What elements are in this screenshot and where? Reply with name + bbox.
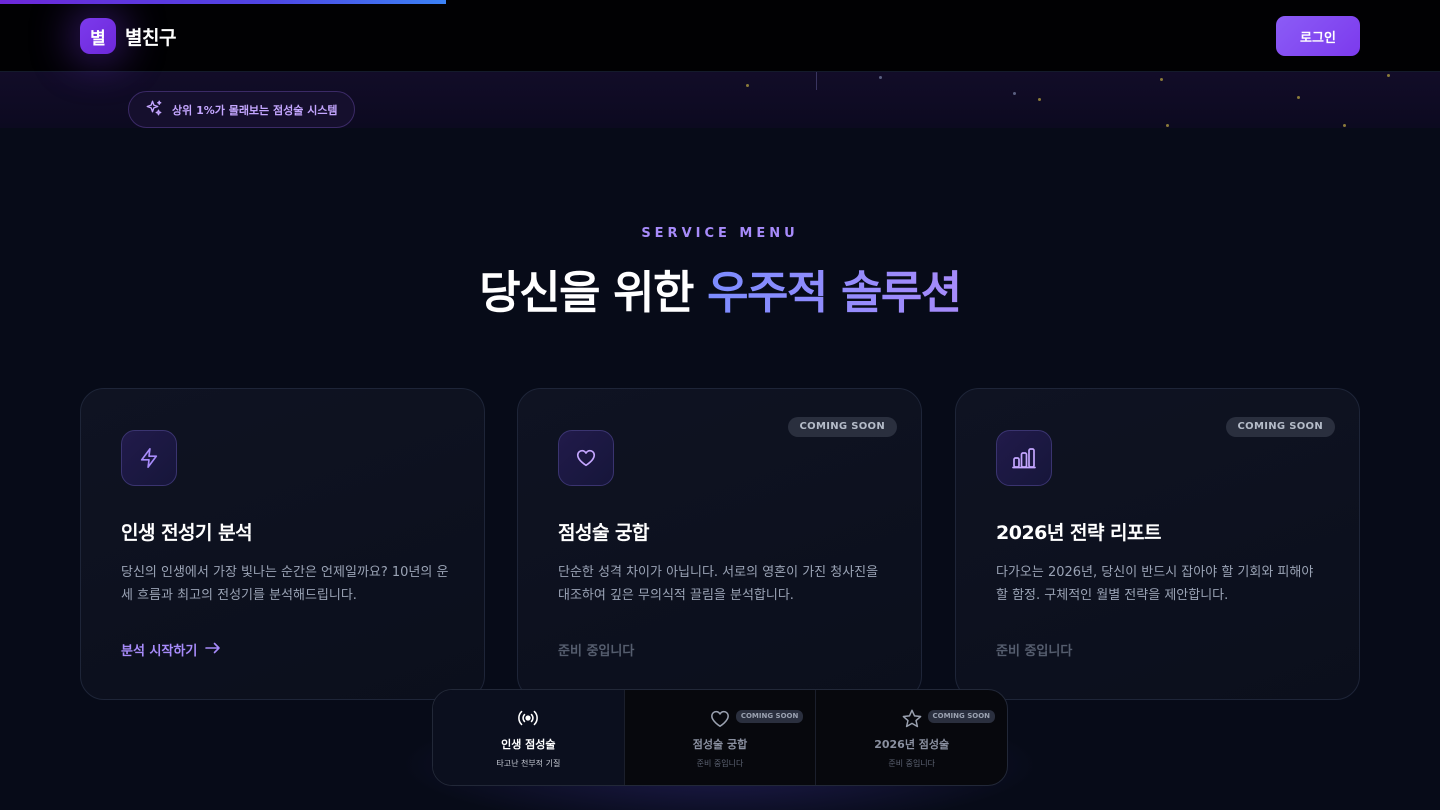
page-progress-bar — [0, 0, 1440, 4]
logo-text: 별친구 — [125, 26, 176, 49]
service-card-synastry[interactable]: COMING SOON 점성술 궁합 단순한 성격 차이가 아닙니다. 서로의 … — [517, 388, 922, 700]
card-pending-label: 준비 중입니다 — [996, 644, 1073, 659]
dock-item-label: 점성술 궁합 — [692, 738, 748, 751]
star-dot — [1343, 124, 1346, 127]
dock-item-label: 2026년 점성술 — [874, 738, 950, 751]
hero-strip: 상위 1%가 몰래보는 점성술 시스템 — [0, 72, 1440, 128]
star-dot — [1387, 74, 1390, 77]
bottom-dock: 인생 점성술 타고난 천부적 기질 COMING SOON 점성술 궁합 준비 … — [432, 689, 1008, 786]
card-description: 다가오는 2026년, 당신이 반드시 잡아야 할 기회와 피해야 할 함정. … — [996, 565, 1314, 603]
card-pending-label: 준비 중입니다 — [558, 644, 635, 659]
service-card-prime-analysis[interactable]: 인생 전성기 분석 당신의 인생에서 가장 빛나는 순간은 언제일까요? 10년… — [80, 388, 485, 700]
coming-soon-badge: COMING SOON — [787, 417, 897, 437]
logo[interactable]: 별 별친구 — [80, 18, 176, 54]
card-title: 점성술 궁합 — [558, 522, 650, 544]
login-button[interactable]: 로그인 — [1276, 16, 1360, 56]
coming-soon-badge: COMING SOON — [1225, 417, 1335, 437]
dock-item-life-astrology[interactable]: 인생 점성술 타고난 천부적 기질 — [433, 690, 625, 785]
card-description: 당신의 인생에서 가장 빛나는 순간은 언제일까요? 10년의 운세 흐름과 최… — [121, 565, 449, 603]
star-dot — [879, 76, 882, 79]
star-dot — [1166, 124, 1169, 127]
dock-item-sub: 타고난 천부적 기질 — [496, 759, 561, 768]
sparkles-icon — [145, 99, 163, 121]
coming-soon-badge: COMING SOON — [927, 710, 996, 723]
dock-item-2026-astrology[interactable]: COMING SOON 2026년 점성술 준비 중입니다 — [816, 690, 1007, 785]
heart-icon — [558, 430, 614, 486]
star-dot — [1160, 78, 1163, 81]
progress-fill — [0, 0, 447, 4]
hero-divider — [816, 72, 817, 90]
arrow-right-icon — [205, 642, 221, 658]
start-analysis-link[interactable]: 분석 시작하기 — [121, 640, 221, 659]
logo-mark: 별 — [80, 18, 116, 54]
section-title-accent: 우주적 솔루션 — [707, 266, 962, 319]
broadcast-icon — [517, 708, 539, 732]
site-header: 별 별친구 로그인 — [0, 0, 1440, 72]
service-card-2026-report[interactable]: COMING SOON 2026년 전략 리포트 다가오는 2026년, 당신이… — [955, 388, 1360, 700]
star-dot — [1038, 98, 1041, 101]
section-eyebrow: SERVICE MENU — [641, 226, 799, 241]
star-icon — [901, 708, 923, 734]
hero-pill: 상위 1%가 몰래보는 점성술 시스템 — [128, 91, 355, 128]
card-action-label: 분석 시작하기 — [121, 644, 198, 659]
star-dot — [1297, 96, 1300, 99]
dock-item-synastry[interactable]: COMING SOON 점성술 궁합 준비 중입니다 — [625, 690, 817, 785]
hero-pill-text: 상위 1%가 몰래보는 점성술 시스템 — [172, 103, 338, 117]
card-description: 단순한 성격 차이가 아닙니다. 서로의 영혼이 가진 청사진을 대조하여 깊은… — [558, 565, 879, 603]
heart-icon — [709, 708, 731, 732]
dock-item-label: 인생 점성술 — [501, 738, 556, 751]
dock-item-sub: 준비 중입니다 — [696, 759, 744, 768]
bolt-icon — [121, 430, 177, 486]
star-dot — [746, 84, 749, 87]
bar-chart-icon — [996, 430, 1052, 486]
section-title-plain: 당신을 위한 — [479, 266, 708, 319]
section-title: 당신을 위한 우주적 솔루션 — [0, 256, 1440, 321]
dock-item-sub: 준비 중입니다 — [888, 759, 936, 768]
card-title: 2026년 전략 리포트 — [996, 522, 1162, 544]
card-title: 인생 전성기 분석 — [121, 522, 253, 544]
star-dot — [1013, 92, 1016, 95]
coming-soon-badge: COMING SOON — [735, 710, 804, 723]
